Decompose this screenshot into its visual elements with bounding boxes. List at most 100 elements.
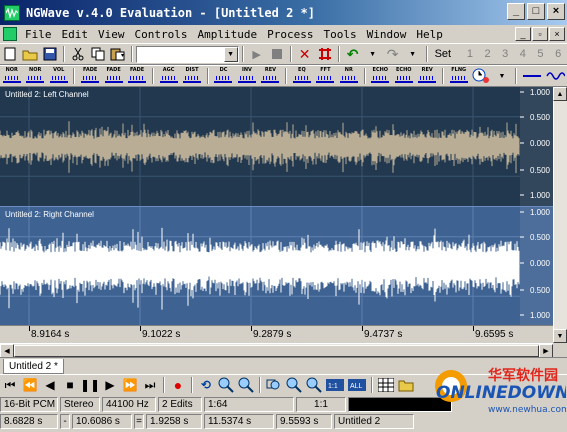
dc-icon [214,73,233,83]
flanger-button[interactable]: FLNG [448,67,469,85]
zoom-in-vertical-icon[interactable] [286,377,302,393]
menu-process[interactable]: Process [262,28,318,41]
menu-help[interactable]: Help [411,28,448,41]
noise-reduction-button[interactable]: NR [338,67,359,85]
copy-icon[interactable] [90,45,106,63]
undo-dropdown-icon[interactable]: ▼ [365,45,381,63]
chevron-down-icon[interactable]: ▼ [223,46,238,62]
agc-button[interactable]: AGC [158,67,179,85]
preset-select[interactable]: ▼ [136,45,239,63]
new-file-icon[interactable] [2,45,18,63]
fade-out-button[interactable]: FADE [103,67,124,85]
play-reverse-icon[interactable]: ◀ [42,377,58,393]
delete-icon[interactable]: ✕ [297,45,313,63]
document-icon[interactable] [3,27,17,41]
dc-offset-button[interactable]: DC [213,67,234,85]
normalize-button[interactable]: NOR [1,67,22,85]
ruler-mark [251,326,252,331]
redo-icon[interactable]: ↷ [385,45,401,63]
rewind-icon[interactable]: ⏪ [22,377,38,393]
fast-forward-icon[interactable]: ⏩ [122,377,138,393]
menu-amplitude[interactable]: Amplitude [192,28,262,41]
toolbar-separator [206,68,209,84]
fade-in-button[interactable]: FADE [79,67,100,85]
normalize-2-button[interactable]: NOR [24,67,45,85]
equalizer-icon [292,73,311,83]
paste-icon[interactable]: ▾ [110,45,126,63]
stop-icon[interactable]: ■ [62,377,78,393]
doc-minimize-button[interactable]: _ [515,27,531,41]
tools-dropdown-icon[interactable]: ▼ [494,67,510,85]
waveform-path [0,121,520,174]
open-folder-icon[interactable] [22,45,38,63]
reverse-button[interactable]: REV [260,67,281,85]
menu-view[interactable]: View [93,28,130,41]
amplitude-label: 0.000 [530,139,551,148]
marker-icon[interactable] [317,45,333,63]
scroll-left-icon[interactable]: ◀ [0,344,14,358]
vertical-scrollbar[interactable]: ▲ ▼ [553,87,567,343]
menu-tools[interactable]: Tools [318,28,361,41]
menu-controls[interactable]: Controls [130,28,193,41]
amplitude-label: 0.500 [530,113,551,122]
left-channel-waveform[interactable]: 1.000 0.500 0.000 0.500 1.000 Untitled 2: Le… [0,87,553,206]
waveform-path [0,227,520,310]
scroll-right-icon[interactable]: ▶ [539,344,553,358]
set-3-button[interactable]: 3 [496,48,514,60]
pause-icon[interactable]: ❚❚ [80,377,100,393]
maximize-button[interactable]: □ [527,3,545,20]
sine-wave-icon[interactable] [545,67,566,85]
loop-icon[interactable]: ⟲ [198,377,214,393]
menu-file[interactable]: File [20,28,57,41]
time-ruler[interactable]: 8.9164 s 9.1022 s 9.2879 s 9.4737 s 9.65… [0,325,553,343]
set-6-button[interactable]: 6 [549,48,567,60]
scroll-thumb[interactable] [14,345,539,357]
stop-preview-icon[interactable] [269,45,285,63]
invert-button[interactable]: INV [236,67,257,85]
horizontal-scrollbar[interactable]: ◀ ▶ [0,343,553,358]
equalizer-button[interactable]: EQ [291,67,312,85]
grid-icon[interactable] [378,377,394,393]
set-1-button[interactable]: 1 [461,48,479,60]
zoom-all-icon[interactable]: ALL [348,377,366,393]
set-5-button[interactable]: 5 [532,48,550,60]
fade-button[interactable]: FADE [126,67,147,85]
cut-icon[interactable] [70,45,86,63]
save-icon[interactable] [42,45,58,63]
folder-icon[interactable] [398,377,414,393]
play-icon[interactable]: ▶ [102,377,118,393]
vol-button[interactable]: VOL [48,67,69,85]
noise-reduction-icon [339,73,358,83]
zoom-selection-icon[interactable] [266,377,282,393]
menu-edit[interactable]: Edit [57,28,94,41]
echo-button[interactable]: ECHO [370,67,391,85]
clock-icon[interactable] [472,67,490,85]
tab-untitled-2[interactable]: Untitled 2 * [3,359,64,374]
zoom-out-icon[interactable] [238,377,254,393]
go-to-end-icon[interactable]: ⏭ [142,377,158,393]
doc-close-button[interactable]: × [549,27,565,41]
record-icon[interactable]: ● [170,377,186,393]
minimize-button[interactable]: _ [507,3,525,20]
distortion-button[interactable]: DIST [181,67,202,85]
right-channel-waveform[interactable]: 1.000 0.500 0.000 0.500 1.000 Untitled 2: Ri… [0,206,553,325]
menu-window[interactable]: Window [362,28,412,41]
echo-2-button[interactable]: ECHO [393,67,414,85]
scroll-up-icon[interactable]: ▲ [553,87,567,101]
set-2-button[interactable]: 2 [479,48,497,60]
close-button[interactable]: × [547,3,565,20]
zoom-out-vertical-icon[interactable] [306,377,322,393]
go-to-start-icon[interactable]: ⏮ [2,377,18,393]
app-icon[interactable] [4,4,20,21]
doc-restore-button[interactable]: ▫ [532,27,548,41]
zoom-1-1-icon[interactable]: 1:1 [326,377,344,393]
undo-icon[interactable]: ↶ [345,45,361,63]
fft-button[interactable]: FFT [315,67,336,85]
set-4-button[interactable]: 4 [514,48,532,60]
redo-dropdown-icon[interactable]: ▼ [405,45,421,63]
play-preview-icon[interactable]: ▶ [249,45,265,63]
scroll-down-icon[interactable]: ▼ [553,329,567,343]
reverb-button[interactable]: REV [417,67,438,85]
flat-line-icon[interactable] [522,67,542,85]
zoom-in-icon[interactable] [218,377,234,393]
